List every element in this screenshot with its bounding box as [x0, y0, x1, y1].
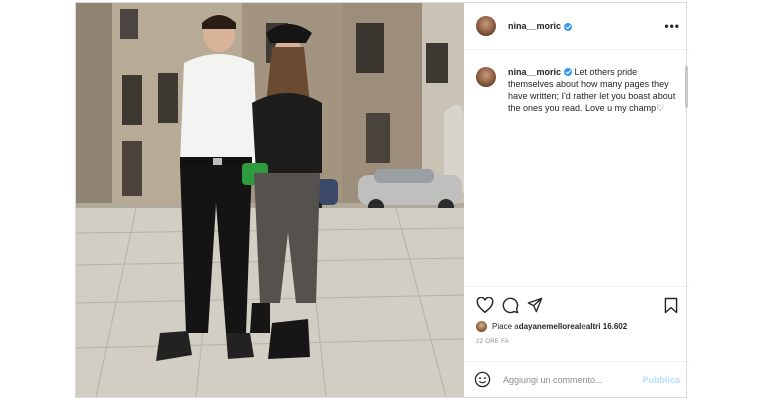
author-username[interactable]: nina__moric	[508, 21, 561, 31]
publish-button[interactable]: Pubblica	[642, 375, 680, 385]
caption-author-avatar[interactable]	[476, 67, 496, 87]
post-header: nina__moric •••	[464, 3, 690, 50]
emoji-icon[interactable]	[474, 371, 491, 388]
comments-area: nina__moric Let others pride themselves …	[464, 50, 690, 286]
post-photo-illustration	[76, 3, 464, 397]
comment-input[interactable]	[503, 374, 643, 385]
post-timestamp[interactable]: 22 ORE FA	[476, 339, 678, 345]
post-sidebar: nina__moric ••• nina__moric Let others p…	[464, 3, 690, 397]
likes-prefix: Piace a	[492, 322, 519, 331]
share-icon[interactable]	[527, 297, 543, 313]
add-comment-bar: Pubblica	[464, 361, 690, 397]
liker-avatar[interactable]	[476, 321, 487, 332]
likes-others[interactable]: altri 16.602	[586, 322, 627, 331]
verified-badge-icon	[564, 23, 573, 31]
comments-scrollbar[interactable]	[685, 66, 688, 108]
post-photo[interactable]	[76, 3, 464, 397]
caption-verified-badge-icon	[564, 68, 573, 76]
likes-summary: Piace a dayanemelloreal e altri 16.602	[476, 321, 678, 332]
author-avatar[interactable]	[476, 16, 496, 36]
bookmark-icon[interactable]	[664, 297, 678, 314]
instagram-post: nina__moric ••• nina__moric Let others p…	[75, 2, 690, 398]
caption-username[interactable]: nina__moric	[508, 67, 561, 77]
post-actions: Piace a dayanemelloreal e altri 16.602 2…	[464, 286, 690, 361]
comment-icon[interactable]	[502, 297, 519, 314]
heart-icon[interactable]	[476, 297, 494, 313]
liker-username[interactable]: dayanemelloreal	[519, 322, 582, 331]
caption: nina__moric Let others pride themselves …	[508, 66, 678, 286]
more-options-icon[interactable]: •••	[664, 19, 680, 33]
